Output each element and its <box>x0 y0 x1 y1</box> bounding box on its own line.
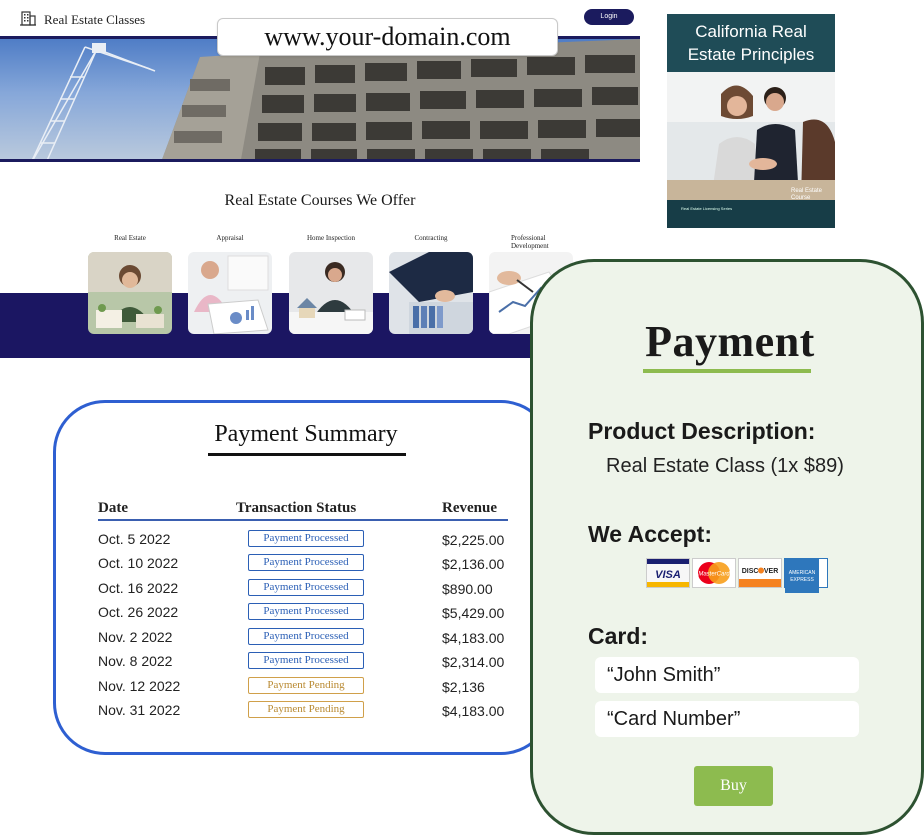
status-badge: Payment Pending <box>248 677 364 694</box>
row-revenue: $890.00 <box>442 581 493 597</box>
row-date: Oct. 5 2022 <box>98 531 171 547</box>
header-divider <box>98 519 508 521</box>
courses-heading: Real Estate Courses We Offer <box>224 192 416 209</box>
course-label: Professional Development <box>511 234 549 250</box>
table-row: Nov. 2 2022 Payment Processed $4,183.00 <box>56 628 556 653</box>
status-badge: Payment Processed <box>248 652 364 669</box>
book-course-label: Real Estate Course <box>791 188 823 201</box>
row-revenue: $4,183.00 <box>442 703 505 719</box>
buy-button[interactable]: Buy <box>694 766 773 806</box>
row-date: Oct. 16 2022 <box>98 580 179 596</box>
payment-title: Payment <box>645 317 815 366</box>
book-cover[interactable]: California Real Estate Principles Real E… <box>667 14 835 228</box>
accepted-cards: VISA MasterCard DISCOVER AMERICAN EXPRES… <box>646 558 828 593</box>
row-revenue: $5,429.00 <box>442 605 505 621</box>
title-underline <box>208 453 406 456</box>
amex-card-icon: AMERICAN EXPRESS <box>784 558 828 593</box>
card-label: Card: <box>588 623 649 649</box>
table-row: Oct. 5 2022 Payment Processed $2,225.00 <box>56 530 556 555</box>
site-title[interactable]: Real Estate Classes <box>44 12 145 28</box>
row-date: Nov. 8 2022 <box>98 653 173 669</box>
row-revenue: $2,314.00 <box>442 654 505 670</box>
construction-site-image <box>31 39 640 159</box>
course-image-contracting <box>389 252 473 334</box>
visa-card-icon: VISA <box>646 558 690 588</box>
row-revenue: $4,183.00 <box>442 630 505 646</box>
course-card-professional-development[interactable]: Professional Development <box>489 232 573 334</box>
svg-text:AMERICAN: AMERICAN <box>789 570 816 576</box>
title-underline <box>643 369 811 373</box>
svg-text:VISA: VISA <box>655 569 681 581</box>
login-button[interactable]: Login <box>584 9 634 25</box>
book-cover-photo <box>667 72 835 200</box>
payment-summary-panel: Payment Summary Date Transaction Status … <box>53 400 553 755</box>
status-badge: Payment Processed <box>248 530 364 547</box>
product-description-label: Product Description: <box>588 418 816 444</box>
course-label: Home Inspection <box>306 234 355 242</box>
cardholder-name-field[interactable]: “John Smith” <box>595 657 859 693</box>
course-card-appraisal[interactable]: Appraisal <box>188 232 272 334</box>
course-card-home-inspection[interactable]: Home Inspection <box>289 232 373 334</box>
column-header-date: Date <box>98 500 128 516</box>
table-row: Oct. 26 2022 Payment Processed $5,429.00 <box>56 603 556 628</box>
table-row: Nov. 31 2022 Payment Pending $4,183.00 <box>56 701 556 726</box>
table-row: Nov. 8 2022 Payment Processed $2,314.00 <box>56 652 556 677</box>
column-header-status: Transaction Status <box>236 500 357 516</box>
course-image-home-inspection <box>289 252 373 334</box>
row-date: Oct. 26 2022 <box>98 604 179 620</box>
discover-card-icon: DISCOVER <box>738 558 782 588</box>
status-badge: Payment Processed <box>248 603 364 620</box>
url-bar[interactable]: www.your-domain.com <box>217 18 558 56</box>
course-label: Contracting <box>414 234 448 242</box>
course-card-real-estate[interactable]: Real Estate <box>88 232 172 334</box>
row-date: Nov. 2 2022 <box>98 629 173 645</box>
column-header-revenue: Revenue <box>442 500 497 516</box>
row-revenue: $2,136.00 <box>442 556 505 572</box>
row-date: Nov. 31 2022 <box>98 702 181 718</box>
table-row: Nov. 12 2022 Payment Pending $2,136 <box>56 677 556 702</box>
status-badge: Payment Processed <box>248 579 364 596</box>
book-title-line1: California Real <box>695 22 807 41</box>
status-badge: Payment Pending <box>248 701 364 718</box>
svg-text:MasterCard: MasterCard <box>698 572 730 578</box>
book-cover-footer <box>667 200 835 228</box>
mastercard-icon: MasterCard <box>692 558 736 588</box>
course-label: Real Estate <box>114 234 146 242</box>
svg-text:EXPRESS: EXPRESS <box>790 577 814 583</box>
row-revenue: $2,225.00 <box>442 532 505 548</box>
row-revenue: $2,136 <box>442 679 485 695</box>
status-badge: Payment Processed <box>248 628 364 645</box>
course-card-contracting[interactable]: Contracting <box>389 232 473 334</box>
payment-panel: Payment Product Description: Real Estate… <box>530 259 924 835</box>
table-row: Oct. 16 2022 Payment Processed $890.00 <box>56 579 556 604</box>
course-image-real-estate <box>88 252 172 334</box>
we-accept-label: We Accept: <box>588 521 712 547</box>
book-series-label: Real Estate Licensing Series <box>681 206 733 211</box>
course-image-appraisal <box>188 252 272 334</box>
building-logo-icon <box>20 11 36 26</box>
product-description-value: Real Estate Class (1x $89) <box>606 455 844 477</box>
course-label: Appraisal <box>216 234 244 242</box>
status-badge: Payment Processed <box>248 554 364 571</box>
book-title-line2: Estate Principles <box>687 45 815 64</box>
table-row: Oct. 10 2022 Payment Processed $2,136.00 <box>56 554 556 579</box>
book-title: California Real Estate Principles <box>667 20 835 66</box>
row-date: Nov. 12 2022 <box>98 678 181 694</box>
card-number-field[interactable]: “Card Number” <box>595 701 859 737</box>
row-date: Oct. 10 2022 <box>98 555 179 571</box>
payment-summary-title: Payment Summary <box>214 421 398 447</box>
